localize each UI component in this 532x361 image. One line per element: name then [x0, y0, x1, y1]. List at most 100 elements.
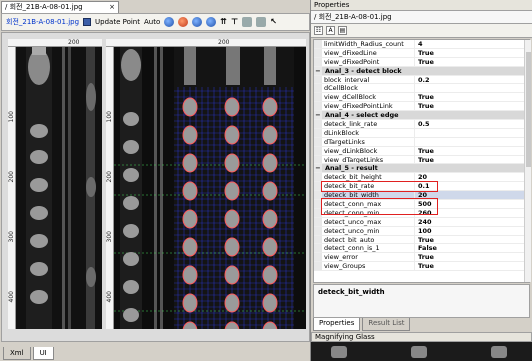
align-top-icon[interactable]: ⇈ [220, 17, 227, 27]
property-row[interactable]: dCellBlock [314, 84, 529, 94]
scrollbar-thumb[interactable] [526, 52, 531, 167]
update-point-button[interactable]: Update Point [95, 18, 140, 26]
properties-pane: Properties / 회전_21B-A-08-01.jpg ☷ A ▤ li… [311, 0, 532, 361]
auto-button[interactable]: Auto [144, 18, 160, 26]
categorized-icon[interactable]: ☷ [314, 26, 323, 35]
property-value[interactable]: True [415, 93, 529, 101]
property-row[interactable]: block_interval 0.2 [314, 75, 529, 85]
property-category[interactable]: − Anal_5 - result [314, 164, 529, 174]
document-tab[interactable]: / 회전_21B-A-08-01.jpg × [1, 1, 119, 13]
properties-tabs: Properties Result List [311, 318, 532, 331]
left-bit [123, 168, 139, 182]
left-panel-top-ruler: 200 [8, 39, 102, 47]
property-row[interactable]: view_dLinkBlock True [314, 146, 529, 156]
property-row[interactable]: view_Groups True [314, 262, 529, 272]
property-value[interactable]: True [415, 156, 529, 164]
detected-bit [224, 125, 240, 145]
property-row[interactable]: view_dTargetLinks True [314, 155, 529, 165]
property-row[interactable]: view_dFixedLine True [314, 48, 529, 58]
cursor-icon[interactable]: ↖ [270, 17, 277, 27]
property-value[interactable]: 240 [415, 218, 529, 226]
property-name: detect_unco_max [322, 217, 415, 226]
detected-bit [182, 293, 198, 313]
rotate-left-icon[interactable] [192, 17, 203, 27]
detected-bit [224, 97, 240, 117]
property-category[interactable]: − Anal_3 - detect block [314, 66, 529, 76]
document-toolbar: 회전_21B-A-08-01.jpg Update Point Auto ⇈ ⊤… [1, 13, 310, 31]
property-row[interactable]: view_dCellBlock True [314, 93, 529, 103]
property-category[interactable]: − Anal_4 - select edge [314, 111, 529, 121]
property-value[interactable]: 100 [415, 227, 529, 235]
property-row[interactable]: view_error True [314, 253, 529, 263]
analysis-image-render [114, 47, 306, 329]
property-row[interactable]: deteck_link_rate 0.5 [314, 120, 529, 129]
property-value[interactable]: True [415, 49, 529, 57]
left-image-panel[interactable] [16, 47, 102, 329]
property-value[interactable]: True [415, 58, 529, 66]
property-value[interactable]: False [415, 244, 529, 252]
property-name: view_error [322, 253, 415, 262]
detected-bit [224, 153, 240, 173]
save-icon[interactable] [83, 18, 92, 26]
collapse-icon[interactable]: − [314, 111, 322, 119]
property-name: view_dFixedPointLink [322, 102, 415, 111]
property-row[interactable]: detect_unco_max 240 [314, 217, 529, 227]
property-value[interactable] [415, 129, 529, 137]
property-value[interactable]: 0.2 [415, 76, 529, 84]
property-value[interactable]: True [415, 102, 529, 110]
row-gutter [314, 235, 322, 244]
property-value[interactable]: 0.5 [415, 120, 529, 128]
refresh-icon[interactable] [164, 17, 175, 27]
detected-bit [262, 153, 278, 173]
left-bit [123, 196, 139, 210]
export-icon[interactable] [256, 17, 267, 27]
tab-properties[interactable]: Properties [313, 318, 361, 331]
left-bit [123, 112, 139, 126]
detected-bit [182, 153, 198, 173]
property-name: dCellBlock [322, 84, 415, 93]
property-row[interactable]: detect_bit_auto True [314, 235, 529, 245]
record-icon[interactable] [178, 17, 189, 27]
properties-object-selector[interactable]: / 회전_21B-A-08-01.jpg [311, 11, 532, 24]
property-name: view_dCellBlock [322, 93, 415, 102]
left-bit [123, 140, 139, 154]
rotate-right-icon[interactable] [206, 17, 217, 27]
tab-result-list[interactable]: Result List [362, 318, 411, 331]
property-grid[interactable]: limitWidth_Radius_count 4 view_dFixedLine T… [313, 39, 530, 283]
row-gutter [314, 244, 322, 253]
property-value[interactable] [415, 138, 529, 146]
property-value[interactable]: True [415, 253, 529, 261]
row-gutter [314, 128, 322, 137]
property-row[interactable]: view_dFixedPoint True [314, 57, 529, 67]
property-value[interactable]: 4 [415, 40, 529, 48]
property-row[interactable]: dLinkBlock [314, 128, 529, 138]
tab-xml[interactable]: Xml [3, 347, 31, 360]
collapse-icon[interactable]: − [314, 164, 322, 172]
detected-bit [182, 181, 198, 201]
property-row[interactable]: limitWidth_Radius_count 4 [314, 40, 529, 49]
image-icon[interactable] [242, 17, 253, 27]
property-value[interactable]: True [415, 262, 529, 270]
property-grid-scrollbar[interactable] [524, 40, 531, 282]
property-row[interactable]: view_dFixedPointLink True [314, 102, 529, 112]
property-name: view_dTargetLinks [322, 155, 415, 164]
document-pane: / 회전_21B-A-08-01.jpg × 회전_21B-A-08-01.jp… [0, 0, 311, 361]
tab-ui[interactable]: UI [32, 347, 54, 360]
align-bar-icon[interactable]: ⊤ [231, 17, 238, 27]
close-icon[interactable]: × [109, 2, 115, 13]
right-image-panel[interactable] [114, 47, 306, 329]
row-gutter [314, 93, 322, 102]
alphabetical-icon[interactable]: A [326, 26, 335, 35]
property-value[interactable]: True [415, 147, 529, 155]
property-name: view_Groups [322, 262, 415, 271]
property-row[interactable]: detect_unco_min 100 [314, 226, 529, 236]
property-pages-icon[interactable]: ▤ [338, 26, 347, 35]
property-row[interactable]: dTargetLinks [314, 137, 529, 147]
property-row[interactable]: detect_conn_is_1 False [314, 244, 529, 254]
collapse-icon[interactable]: − [314, 66, 322, 75]
file-name-label[interactable]: 회전_21B-A-08-01.jpg [6, 17, 79, 27]
property-value[interactable] [415, 84, 529, 92]
left-bit [123, 224, 139, 238]
detected-bit [224, 265, 240, 285]
property-value[interactable]: True [415, 236, 529, 244]
